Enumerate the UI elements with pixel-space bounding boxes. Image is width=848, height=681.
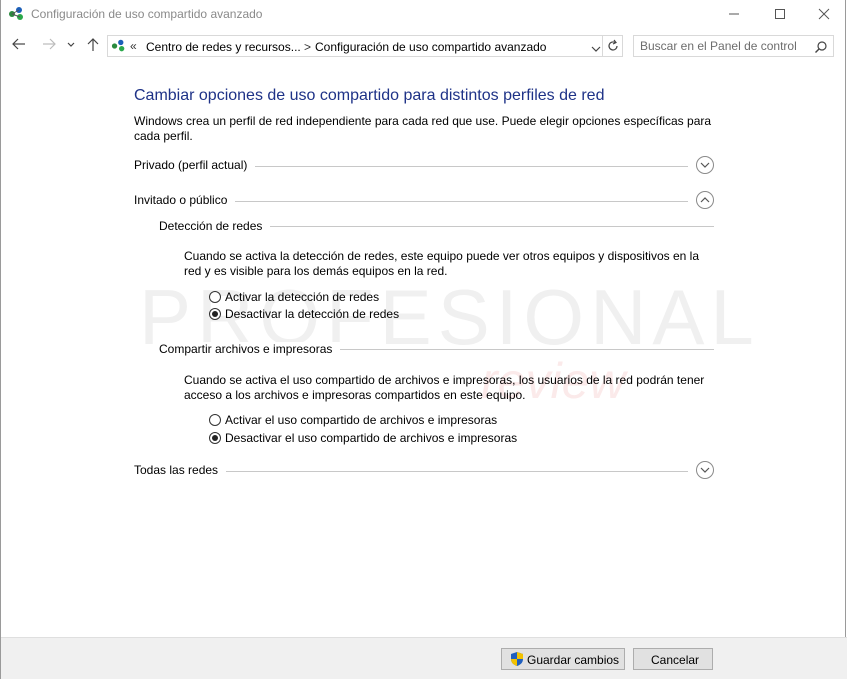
- address-dropdown-button[interactable]: [591, 42, 601, 56]
- radio-button-selected[interactable]: [209, 308, 221, 320]
- radio-label[interactable]: Activar el uso compartido de archivos e …: [225, 413, 497, 427]
- chevron-down-icon: [700, 162, 710, 168]
- footer-bar: Guardar cambios Cancelar: [1, 637, 847, 679]
- profile-label[interactable]: Privado (perfil actual): [134, 158, 256, 172]
- maximize-button[interactable]: [757, 0, 803, 28]
- radio-button[interactable]: [209, 291, 221, 303]
- refresh-icon: [608, 39, 618, 51]
- section-title: Detección de redes: [159, 219, 271, 233]
- cancel-button[interactable]: Cancelar: [633, 648, 713, 670]
- window-title: Configuración de uso compartido avanzado: [31, 7, 263, 21]
- radio-label[interactable]: Activar la detección de redes: [225, 290, 379, 304]
- minimize-icon: [729, 13, 739, 15]
- network-sharing-icon: [8, 6, 26, 22]
- search-box[interactable]: [633, 35, 834, 57]
- page-title: Cambiar opciones de uso compartido para …: [134, 87, 605, 104]
- arrow-up-icon: [87, 38, 99, 51]
- radio-button[interactable]: [209, 414, 221, 426]
- arrow-right-icon: [43, 38, 56, 50]
- button-label[interactable]: Cancelar: [651, 653, 699, 667]
- save-changes-button[interactable]: Guardar cambios: [501, 648, 625, 670]
- title-bar: Configuración de uso compartido avanzado: [1, 0, 847, 28]
- window: Configuración de uso compartido avanzado: [0, 0, 847, 679]
- recent-locations-button[interactable]: [66, 36, 78, 56]
- maximize-icon: [775, 9, 785, 19]
- forward-button[interactable]: [41, 36, 61, 56]
- back-button[interactable]: [11, 36, 31, 56]
- network-sharing-icon: [111, 38, 127, 57]
- radio-label[interactable]: Desactivar el uso compartido de archivos…: [225, 431, 517, 445]
- uac-shield-icon: [511, 652, 523, 666]
- breadcrumb-item[interactable]: Configuración de uso compartido avanzado: [315, 40, 546, 54]
- breadcrumb-overflow[interactable]: «: [130, 39, 137, 53]
- address-bar[interactable]: « Centro de redes y recursos... > Config…: [107, 35, 603, 57]
- up-button[interactable]: [85, 36, 105, 56]
- file-sharing-section: Compartir archivos e impresoras: [159, 342, 714, 358]
- radio-label[interactable]: Desactivar la detección de redes: [225, 307, 399, 321]
- profile-all-networks[interactable]: Todas las redes: [134, 461, 714, 483]
- expand-button[interactable]: [696, 461, 714, 479]
- refresh-button[interactable]: [603, 35, 623, 57]
- breadcrumb-separator[interactable]: >: [304, 40, 311, 54]
- collapse-button[interactable]: [696, 191, 714, 209]
- network-discovery-section: Detección de redes: [159, 219, 714, 235]
- close-icon: [818, 8, 830, 20]
- profile-label[interactable]: Todas las redes: [134, 463, 227, 477]
- section-title: Compartir archivos e impresoras: [159, 342, 341, 356]
- arrow-left-icon: [12, 38, 25, 50]
- profile-guest-public[interactable]: Invitado o público: [134, 191, 714, 213]
- radio-dot: [212, 311, 218, 317]
- search-input[interactable]: [640, 38, 810, 54]
- minimize-button[interactable]: [711, 0, 757, 28]
- network-discovery-text: Cuando se activa la detección de redes, …: [184, 249, 699, 278]
- profile-private[interactable]: Privado (perfil actual): [134, 156, 714, 178]
- close-button[interactable]: [801, 0, 847, 28]
- chevron-up-icon: [700, 197, 710, 203]
- breadcrumb-item[interactable]: Centro de redes y recursos...: [146, 40, 301, 54]
- chevron-down-icon: [67, 42, 75, 47]
- page-description: Windows crea un perfil de red independie…: [134, 114, 712, 143]
- radio-dot: [212, 435, 218, 441]
- radio-button-selected[interactable]: [209, 432, 221, 444]
- search-icon[interactable]: [814, 40, 828, 57]
- button-label[interactable]: Guardar cambios: [527, 653, 619, 667]
- file-sharing-text: Cuando se activa el uso compartido de ar…: [184, 373, 705, 402]
- chevron-down-icon: [700, 467, 710, 473]
- chevron-down-icon: [591, 46, 601, 52]
- expand-button[interactable]: [696, 156, 714, 174]
- profile-label[interactable]: Invitado o público: [134, 193, 236, 207]
